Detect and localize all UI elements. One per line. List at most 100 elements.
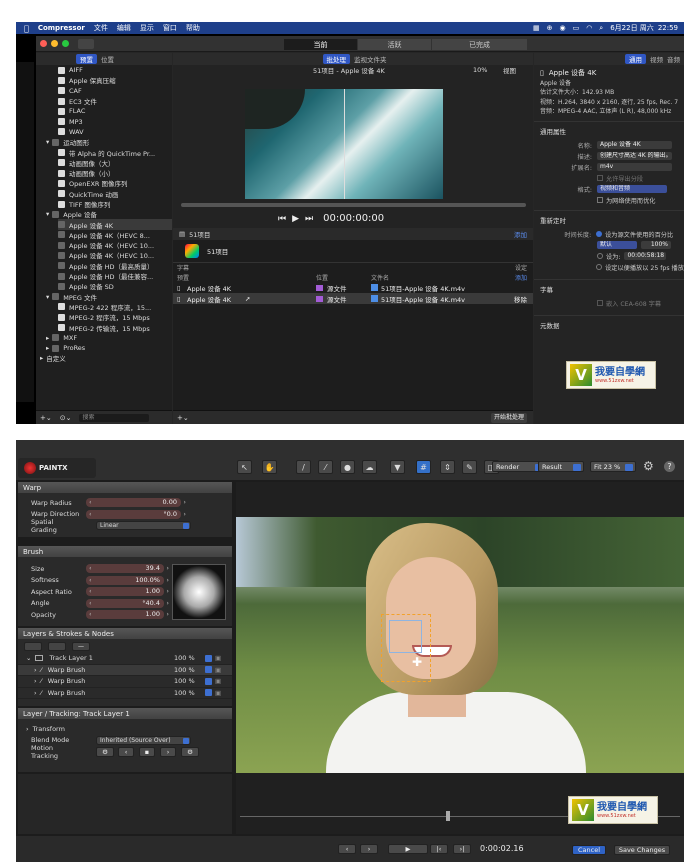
apple-logo-icon[interactable]:  [24, 24, 29, 33]
radio[interactable] [597, 253, 603, 259]
list-item[interactable]: Apple 保真压缩 [58, 75, 172, 85]
lock-icon[interactable]: ▣ [215, 677, 221, 685]
disclosure-right-icon[interactable]: ▸ [46, 344, 49, 352]
status-icon[interactable]: ◉ [559, 24, 565, 32]
visible-checkbox[interactable] [205, 689, 212, 697]
angle-slider[interactable]: °40.4 [86, 598, 169, 608]
timeline-playhead[interactable] [446, 811, 450, 821]
remove-button[interactable]: 移除 [514, 294, 527, 304]
list-item[interactable]: FLAC [58, 106, 172, 116]
list-item[interactable]: Apple 设备 4K [58, 219, 172, 230]
drop-tool-icon[interactable]: ● [340, 460, 355, 474]
wifi-icon[interactable]: ◠ [586, 24, 592, 32]
disclosure-right-icon[interactable]: ▸ [40, 354, 43, 362]
timeline-scrubber[interactable] [181, 203, 526, 207]
next-icon[interactable]: › [360, 844, 378, 854]
menu-window[interactable]: 窗口 [163, 23, 177, 33]
warp-inner-box[interactable] [389, 620, 422, 653]
layer-row[interactable]: › ⁄ Warp Brush 100 % ▣ [18, 688, 232, 699]
result-dropdown[interactable]: Result [538, 461, 584, 472]
battery-icon[interactable]: ▭ [573, 24, 580, 32]
start-batch-button[interactable]: 开始批处理 [490, 412, 527, 423]
tab-locations[interactable]: 位置 [101, 54, 114, 64]
track-options-icon[interactable]: ⚙ [181, 747, 199, 757]
add-layer-icon[interactable] [24, 641, 42, 651]
list-item[interactable]: 动画图像（大） [58, 158, 172, 168]
tab-audio[interactable]: 音频 [667, 54, 680, 64]
add-batch-icon[interactable]: +⌄ [177, 414, 189, 422]
tab-watch-folder[interactable]: 监视文件夹 [354, 54, 387, 64]
prev-icon[interactable]: ‹ [338, 844, 356, 854]
menu-app[interactable]: Compressor [38, 24, 85, 32]
percent-field[interactable]: 100% [641, 241, 671, 249]
list-item[interactable]: Apple 设备 SD [58, 281, 172, 291]
visible-checkbox[interactable] [205, 654, 212, 662]
checkbox[interactable] [597, 197, 603, 203]
layer-row[interactable]: › ⁄ Warp Brush 100 % ▣ [18, 676, 232, 688]
delete-layer-icon[interactable]: — [72, 641, 90, 651]
tab-active[interactable]: 活跃 [358, 39, 431, 50]
prop-cea[interactable]: 嵌入 CEA-608 字幕 [534, 298, 684, 309]
fit-dropdown[interactable]: Fit 23 % [590, 461, 636, 472]
close-window-icon[interactable] [40, 40, 47, 47]
grid-tool-icon[interactable]: # [416, 460, 431, 474]
tab-general[interactable]: 通用 [625, 54, 646, 64]
add-button[interactable]: 添加 [514, 229, 527, 239]
spatial-grading-select[interactable]: Linear [96, 521, 191, 531]
prop-optimize[interactable]: 为网络使用而优化 [534, 195, 684, 206]
cancel-button[interactable]: Cancel [572, 845, 606, 855]
add-preset-icon[interactable]: +⌄ [40, 414, 52, 422]
lock-icon[interactable]: ▣ [215, 654, 221, 662]
tab-completed[interactable]: 已完成 [432, 39, 527, 50]
list-item[interactable]: EC3 文件 [58, 96, 172, 106]
step-back-icon[interactable]: |‹ [430, 844, 448, 854]
group-mpeg[interactable]: ▾ MPEG 文件 [36, 292, 172, 302]
warp-direction-slider[interactable]: °0.0 [86, 509, 186, 519]
prop-allow-split[interactable]: 允许导出分段 [534, 173, 684, 184]
list-item[interactable]: Apple 设备 4K（HEVC 8... [58, 230, 172, 240]
add-output-button[interactable]: 添加 [515, 273, 527, 282]
radio-selected[interactable] [596, 231, 603, 237]
menu-help[interactable]: 帮助 [186, 23, 200, 33]
track-backward-icon[interactable]: ‹ [118, 747, 134, 757]
disclosure-right-icon[interactable]: ▸ [46, 334, 49, 342]
pen-tool-icon[interactable]: ✎ [462, 460, 477, 474]
play-icon[interactable]: ▶ [388, 844, 428, 854]
list-item[interactable]: 动画图像（小） [58, 168, 172, 178]
visible-checkbox[interactable] [205, 677, 212, 685]
view-menu[interactable]: 视图 [503, 65, 516, 75]
track-settings-icon[interactable]: ⚙ [96, 747, 114, 757]
table-row[interactable]: ▯ Apple 设备 4K ➚ 源文件 51项目-Apple 设备 4K.m4v… [173, 293, 533, 304]
format-select[interactable]: 视频和音频 [597, 185, 667, 193]
list-item[interactable]: AIFF [58, 65, 172, 75]
checkbox[interactable] [597, 300, 603, 306]
list-item[interactable]: Apple 设备 4K（HEVC 10... [58, 250, 172, 260]
action-menu-icon[interactable]: ⊙⌄ [60, 414, 72, 422]
clone-brush-icon[interactable]: ⁄ [318, 460, 333, 474]
list-item[interactable]: MP3 [58, 116, 172, 126]
folder-layer-icon[interactable] [48, 641, 66, 651]
list-item[interactable]: MPEG-2 422 程序流，15... [58, 302, 172, 312]
list-item[interactable]: QuickTime 动画 [58, 189, 172, 199]
canvas-image[interactable]: ✚ [236, 517, 684, 773]
list-item[interactable]: 带 Alpha 的 QuickTime Pr... [58, 147, 172, 158]
disclosure-right-icon[interactable]: › [26, 725, 29, 733]
menu-edit[interactable]: 编辑 [117, 23, 131, 33]
table-row[interactable]: ▯ Apple 设备 4K 源文件 51项目-Apple 设备 4K.m4v [173, 282, 533, 293]
percent-select[interactable]: 默认 [597, 241, 637, 249]
track-forward-icon[interactable]: › [160, 747, 176, 757]
lock-icon[interactable]: ▣ [215, 666, 221, 674]
checkbox[interactable] [597, 175, 603, 181]
track-stop-icon[interactable]: ▪ [139, 747, 155, 757]
list-item[interactable]: MPEG-2 程序流，15 Mbps [58, 312, 172, 322]
extension-field[interactable]: m4v [597, 163, 672, 171]
list-item[interactable]: OpenEXR 图像序列 [58, 178, 172, 188]
zoom-window-icon[interactable] [62, 40, 69, 47]
layer-row[interactable]: › ⁄ Warp Brush 100 % ▣ [18, 664, 232, 676]
aspect-ratio-slider[interactable]: 1.00 [86, 587, 169, 597]
lock-icon[interactable]: ▣ [215, 689, 221, 697]
size-slider[interactable]: 39.4 [86, 564, 169, 574]
softness-slider[interactable]: 100.0% [86, 575, 169, 585]
disclosure-down-icon[interactable]: ▾ [46, 138, 49, 146]
warp-radius-slider[interactable]: 0.00 [86, 498, 186, 508]
